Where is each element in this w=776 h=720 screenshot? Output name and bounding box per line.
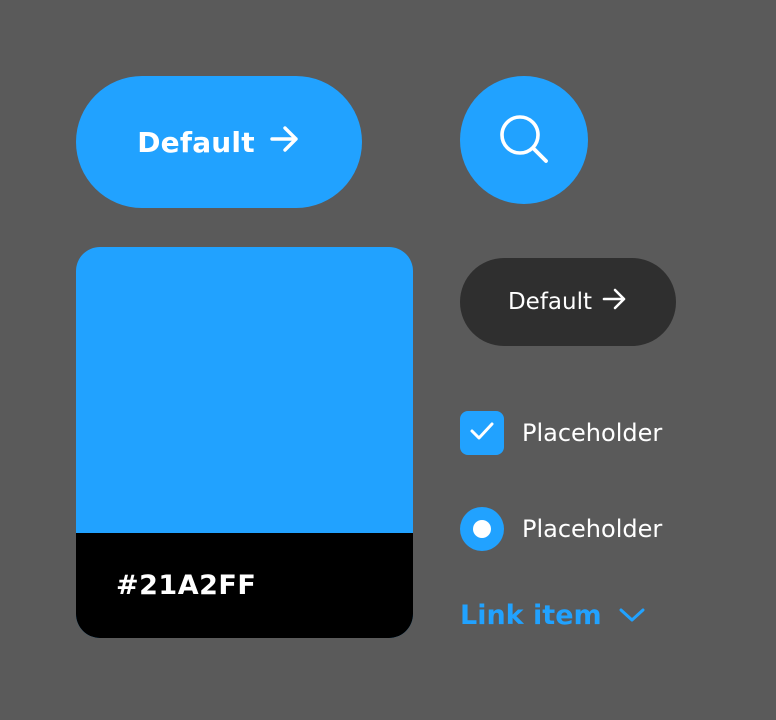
search-button[interactable] — [460, 76, 588, 204]
component-showcase: Default #21A2FF Default Placeholder Plac… — [0, 0, 776, 720]
checkmark-icon — [469, 420, 495, 446]
search-icon — [496, 111, 552, 170]
checkbox-checked[interactable] — [460, 411, 504, 455]
link-item-label: Link item — [460, 600, 602, 631]
arrow-right-icon — [602, 287, 628, 317]
default-dark-button[interactable]: Default — [460, 258, 676, 346]
checkbox-row: Placeholder — [460, 411, 662, 455]
checkbox-label: Placeholder — [522, 419, 663, 447]
radio-selected[interactable] — [460, 507, 504, 551]
link-item-dropdown[interactable]: Link item — [460, 600, 646, 631]
default-primary-button[interactable]: Default — [76, 76, 362, 208]
radio-label: Placeholder — [522, 515, 663, 543]
default-primary-button-label: Default — [137, 125, 255, 159]
arrow-right-icon — [269, 125, 301, 160]
color-hex-code: #21A2FF — [116, 570, 257, 601]
chevron-down-icon — [618, 600, 646, 631]
radio-row: Placeholder — [460, 507, 662, 551]
default-dark-button-label: Default — [507, 289, 593, 315]
color-swatch-footer: #21A2FF — [76, 533, 413, 638]
color-swatch-sample — [76, 247, 413, 533]
color-swatch-card: #21A2FF — [76, 247, 413, 638]
radio-dot — [473, 520, 491, 538]
